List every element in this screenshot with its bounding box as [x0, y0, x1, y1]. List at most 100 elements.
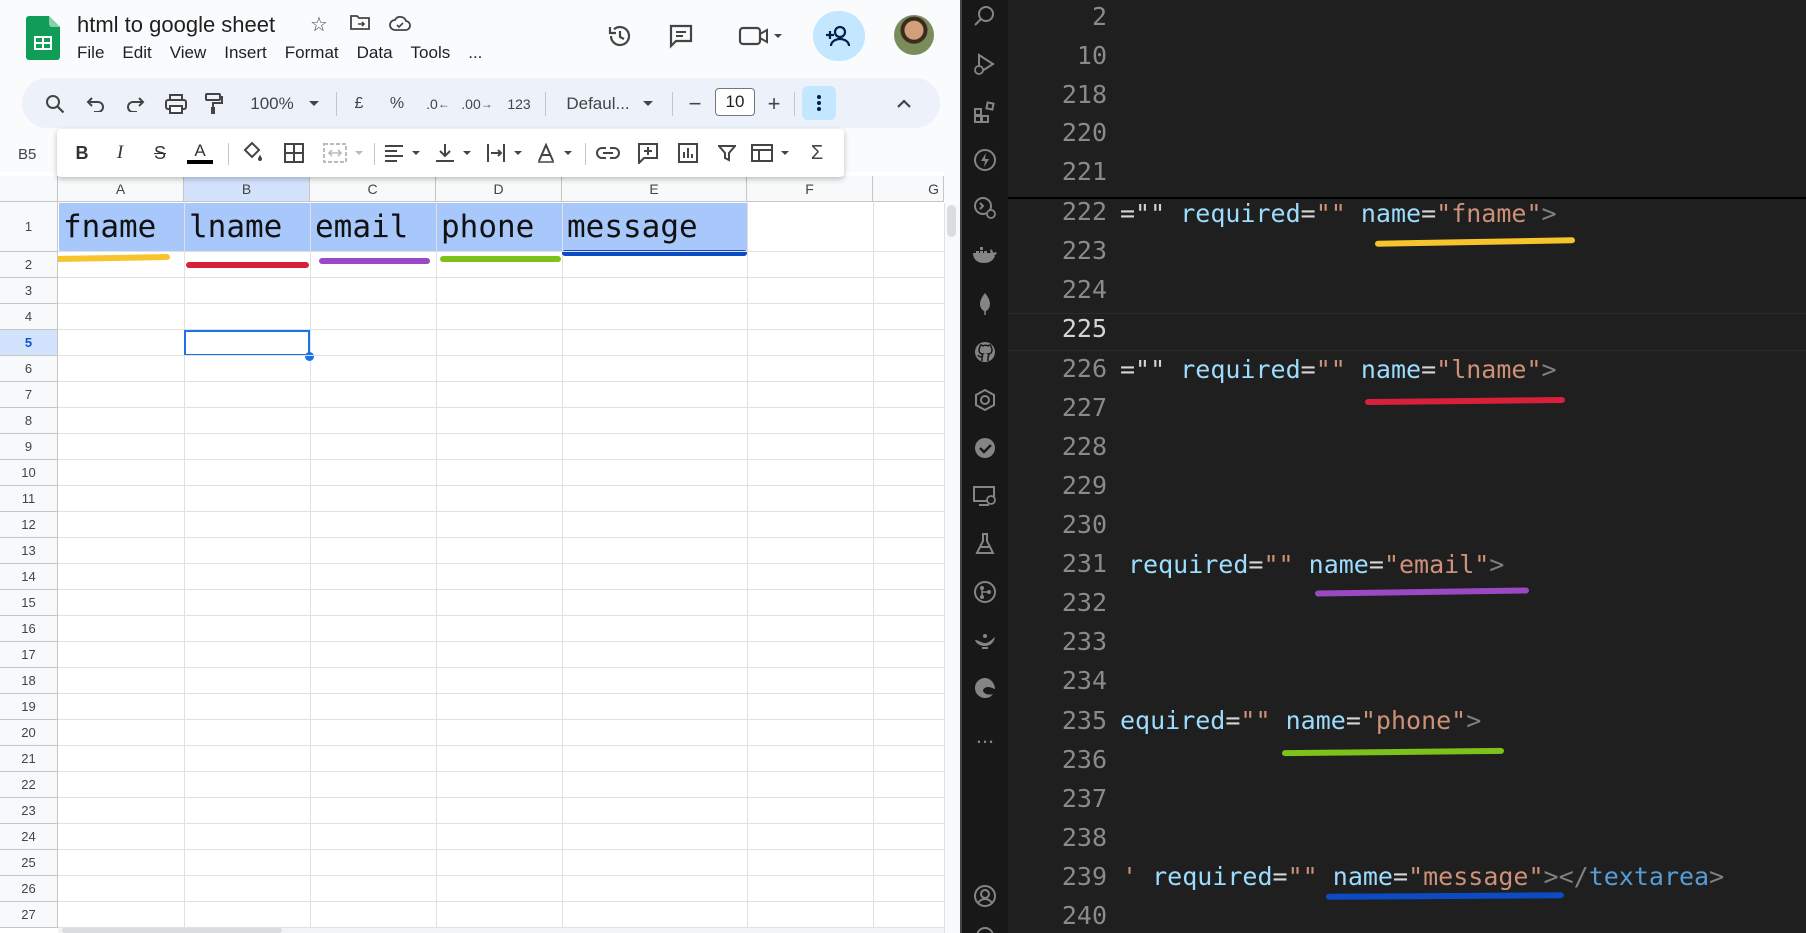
row-header-2[interactable]: 2	[0, 252, 58, 278]
redo-icon[interactable]	[122, 91, 148, 117]
lightning-icon[interactable]	[972, 147, 998, 173]
percent-format-button[interactable]: %	[385, 91, 409, 117]
extensions-icon[interactable]	[972, 99, 998, 125]
document-title[interactable]: html to google sheet	[77, 12, 275, 38]
menu-insert[interactable]: Insert	[224, 43, 267, 63]
row-header-19[interactable]: 19	[0, 694, 58, 720]
filter-views-icon[interactable]	[750, 140, 792, 166]
select-all-corner[interactable]	[0, 176, 58, 202]
row-header-13[interactable]: 13	[0, 538, 58, 564]
cell-e1[interactable]: message	[563, 203, 747, 251]
functions-icon[interactable]: Σ	[804, 140, 830, 166]
row-header-12[interactable]: 12	[0, 512, 58, 538]
version-history-icon[interactable]	[602, 18, 638, 54]
italic-icon[interactable]: I	[107, 140, 133, 166]
horizontal-scroll-thumb[interactable]	[62, 928, 282, 933]
row-header-25[interactable]: 25	[0, 850, 58, 876]
menu-view[interactable]: View	[170, 43, 207, 63]
font-size-input[interactable]: 10	[715, 88, 755, 116]
row-header-22[interactable]: 22	[0, 772, 58, 798]
column-header-c[interactable]: C	[310, 176, 436, 202]
text-rotation-icon[interactable]	[535, 140, 575, 166]
menu-format[interactable]: Format	[285, 43, 339, 63]
comments-icon[interactable]	[663, 18, 699, 54]
remote-window-icon[interactable]	[972, 483, 998, 509]
more-formats-button[interactable]: 123	[502, 91, 536, 117]
run-debug-icon[interactable]	[972, 51, 998, 77]
row-header-24[interactable]: 24	[0, 824, 58, 850]
row-header-11[interactable]: 11	[0, 486, 58, 512]
currency-format-button[interactable]: £	[347, 91, 371, 117]
bold-icon[interactable]: B	[69, 140, 95, 166]
code-line-235[interactable]: equired="" name="phone">	[1120, 706, 1481, 735]
row-header-6[interactable]: 6	[0, 356, 58, 382]
testing-flask-icon[interactable]	[972, 531, 998, 557]
edge-browser-icon[interactable]	[972, 675, 998, 701]
vertical-scroll-thumb[interactable]	[947, 205, 956, 237]
docker-icon[interactable]	[972, 243, 998, 269]
horizontal-align-icon[interactable]	[383, 140, 423, 166]
text-color-icon[interactable]: A	[186, 140, 214, 166]
remote-explorer-icon[interactable]	[972, 195, 998, 221]
sheets-logo-icon[interactable]	[26, 16, 60, 60]
zoom-select[interactable]: 100%	[242, 91, 328, 117]
menu-file[interactable]: File	[77, 43, 104, 63]
more-views-icon[interactable]: ...	[972, 723, 998, 749]
account-icon[interactable]	[972, 883, 998, 909]
search-icon[interactable]	[972, 3, 998, 29]
row-header-27[interactable]: 27	[0, 902, 58, 928]
paint-format-icon[interactable]	[201, 91, 227, 117]
check-circle-icon[interactable]	[972, 435, 998, 461]
row-header-26[interactable]: 26	[0, 876, 58, 902]
row-header-18[interactable]: 18	[0, 668, 58, 694]
star-icon[interactable]: ☆	[306, 12, 332, 38]
settings-gear-icon[interactable]	[972, 925, 998, 933]
cell-c1[interactable]: email	[311, 203, 436, 251]
filter-icon[interactable]	[714, 140, 740, 166]
fill-color-icon[interactable]	[238, 140, 266, 166]
row-header-8[interactable]: 8	[0, 408, 58, 434]
column-header-d[interactable]: D	[436, 176, 562, 202]
user-avatar[interactable]	[894, 15, 934, 55]
row-header-20[interactable]: 20	[0, 720, 58, 746]
row-header-23[interactable]: 23	[0, 798, 58, 824]
spreadsheet-grid[interactable]	[0, 172, 944, 933]
collapse-menus-icon[interactable]	[891, 91, 917, 117]
insert-link-icon[interactable]	[594, 140, 622, 166]
undo-icon[interactable]	[83, 91, 109, 117]
row-header-5[interactable]: 5	[0, 330, 58, 356]
vertical-align-icon[interactable]	[434, 140, 474, 166]
row-header-15[interactable]: 15	[0, 590, 58, 616]
decrease-font-size-icon[interactable]: −	[683, 91, 707, 117]
decrease-decimal-button[interactable]: .0 ←	[423, 91, 453, 117]
increase-decimal-button[interactable]: .00 →	[460, 91, 494, 117]
row-header-4[interactable]: 4	[0, 304, 58, 330]
row-header-10[interactable]: 10	[0, 460, 58, 486]
row-header-17[interactable]: 17	[0, 642, 58, 668]
insert-chart-icon[interactable]	[674, 140, 702, 166]
row-header-14[interactable]: 14	[0, 564, 58, 590]
column-header-g[interactable]: G	[873, 176, 944, 202]
fill-handle[interactable]	[305, 352, 314, 361]
column-header-e[interactable]: E	[562, 176, 747, 202]
code-line-231[interactable]: required="" name="email">	[1128, 550, 1504, 579]
source-control-graph-icon[interactable]	[972, 579, 998, 605]
menu-edit[interactable]: Edit	[122, 43, 151, 63]
increase-font-size-icon[interactable]: +	[762, 91, 786, 117]
font-family-select[interactable]: Defaul...	[560, 91, 660, 117]
vertical-scrollbar[interactable]	[944, 203, 960, 933]
code-line-239[interactable]: ' required="" name="message"></textarea>	[1122, 862, 1724, 891]
code-line-226[interactable]: ="" required="" name="lname">	[1120, 355, 1557, 384]
cell-a1[interactable]: fname	[59, 203, 184, 251]
merge-cells-icon[interactable]	[322, 140, 368, 166]
row-header-3[interactable]: 3	[0, 278, 58, 304]
menu-data[interactable]: Data	[357, 43, 393, 63]
search-menus-icon[interactable]	[42, 91, 68, 117]
menu-more[interactable]: ...	[468, 43, 482, 63]
code-line-222[interactable]: ="" required="" name="fname">	[1120, 199, 1557, 228]
row-header-9[interactable]: 9	[0, 434, 58, 460]
mongodb-leaf-icon[interactable]	[972, 291, 998, 317]
selected-cell-b5[interactable]	[184, 330, 310, 356]
gitlens-icon[interactable]	[972, 387, 998, 413]
column-header-f[interactable]: F	[747, 176, 873, 202]
